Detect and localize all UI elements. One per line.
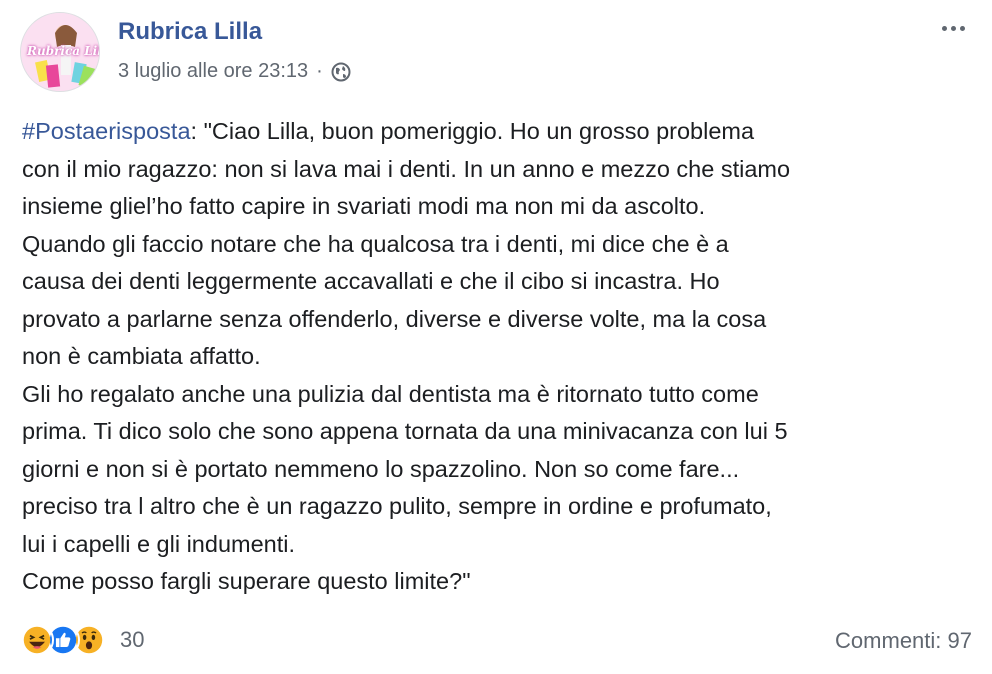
page-avatar[interactable]: Rubrica Lilla — [20, 12, 100, 92]
page-name-link[interactable]: Rubrica Lilla — [118, 18, 262, 46]
post-header: Rubrica Lilla Rubrica Lilla 3 luglio all… — [20, 12, 970, 92]
hashtag-link[interactable]: #Postaerisposta — [22, 118, 191, 144]
comments-count-link[interactable]: Commenti: 97 — [835, 628, 972, 654]
globe-icon[interactable] — [331, 62, 351, 82]
post-meta: 3 luglio alle ore 23:13 · — [118, 60, 351, 83]
post-message: : "Ciao Lilla, buon pomeriggio. Ho un gr… — [22, 118, 791, 594]
facebook-post: Rubrica Lilla Rubrica Lilla 3 luglio all… — [0, 0, 992, 674]
reactions-summary[interactable]: 30 — [20, 623, 144, 657]
reaction-count[interactable]: 30 — [120, 627, 144, 653]
post-text: #Postaerisposta: "Ciao Lilla, buon pomer… — [22, 113, 972, 601]
more-options-icon[interactable] — [936, 16, 970, 40]
post-timestamp[interactable]: 3 luglio alle ore 23:13 — [118, 60, 308, 83]
post-footer: 30 Commenti: 97 — [20, 620, 972, 664]
avatar-logo-text: Rubrica Lilla — [27, 44, 99, 58]
haha-reaction-icon — [20, 623, 54, 657]
meta-separator: · — [316, 60, 323, 82]
